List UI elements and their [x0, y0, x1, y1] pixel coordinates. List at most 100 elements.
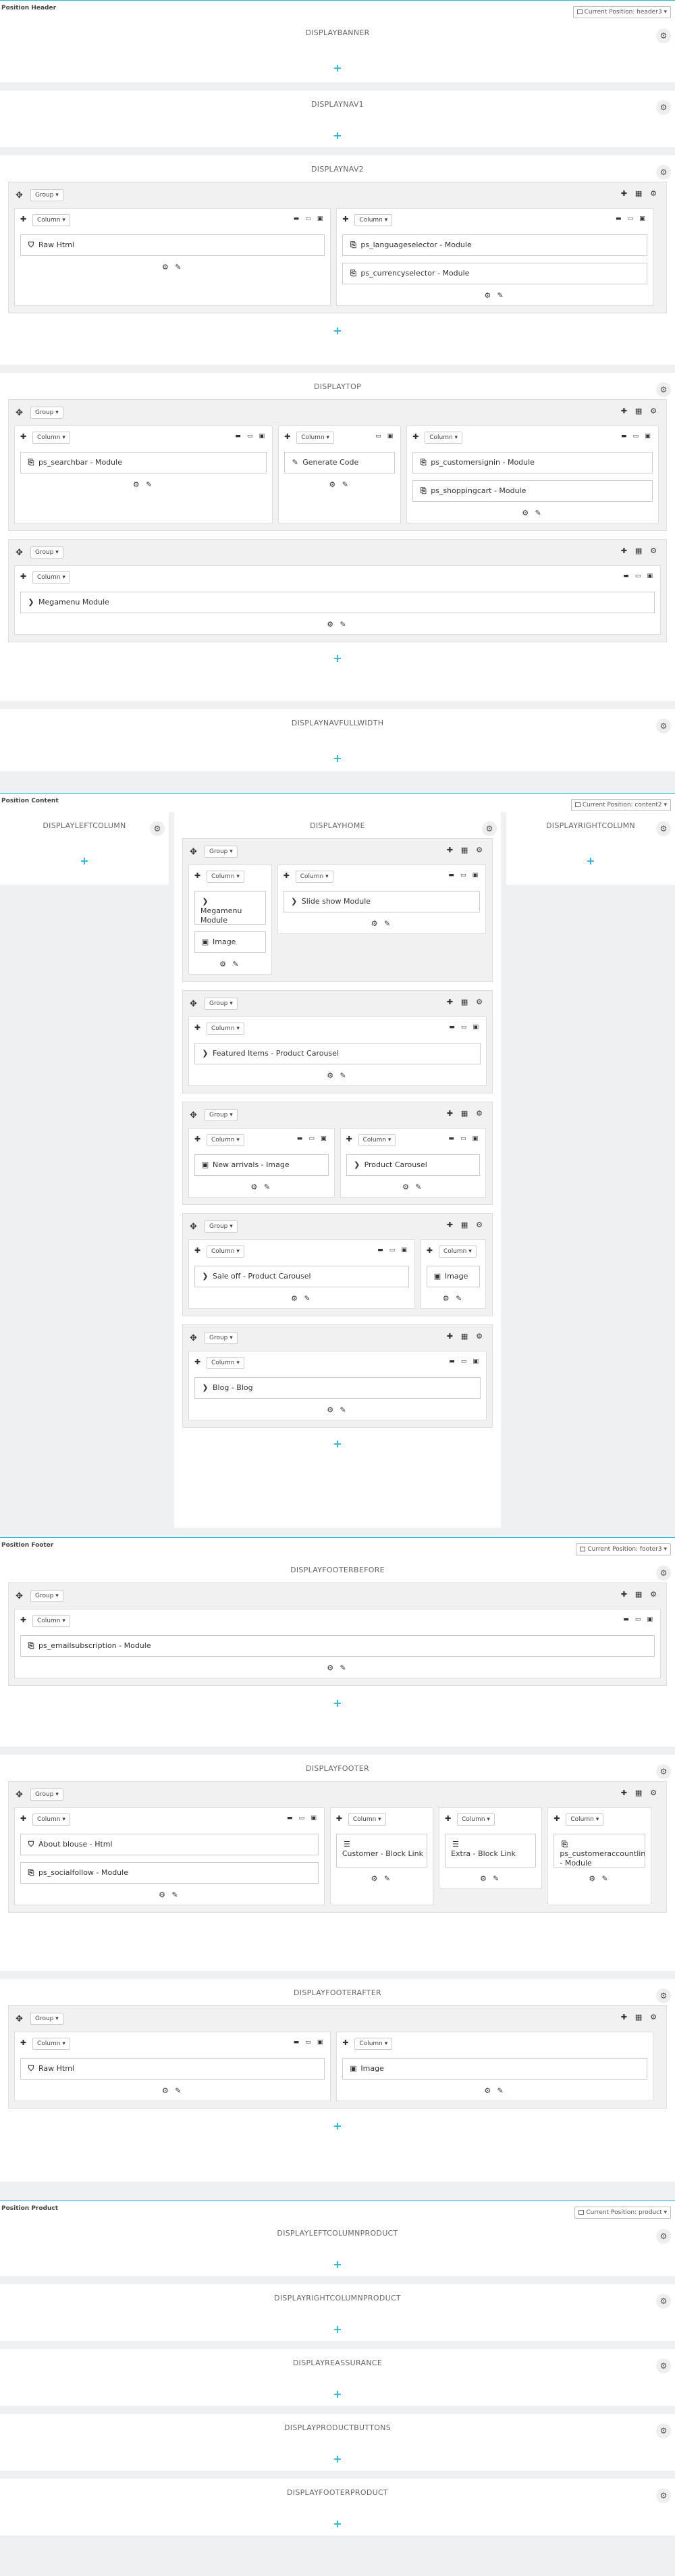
column-dropdown[interactable]: Column ▾: [348, 1813, 386, 1826]
column-actions[interactable]: ▬ ▭ ▣: [616, 215, 647, 222]
module-searchbar[interactable]: ⎘ ps_searchbar - Module: [20, 452, 267, 473]
move-icon[interactable]: ✥: [190, 1333, 197, 1343]
column-actions[interactable]: ▬ ▭ ▣: [377, 1247, 409, 1254]
column-dropdown[interactable]: Column ▾: [566, 1813, 604, 1826]
move-icon[interactable]: ✥: [190, 847, 197, 857]
group-actions[interactable]: ✚ ▦ ⚙: [447, 1332, 485, 1341]
move-icon[interactable]: ✚: [20, 1814, 26, 1823]
move-icon[interactable]: ✚: [194, 1135, 200, 1143]
column-dropdown[interactable]: Column ▾: [32, 1813, 70, 1826]
move-icon[interactable]: ✥: [190, 1222, 197, 1232]
move-icon[interactable]: ✚: [554, 1814, 560, 1823]
gear-icon[interactable]: ⚙: [656, 2294, 671, 2309]
module-sale-off[interactable]: ❯ Sale off - Product Carousel: [194, 1266, 409, 1287]
column-dropdown[interactable]: Column ▾: [207, 1357, 244, 1369]
module-image[interactable]: ▣ Image: [342, 2058, 647, 2080]
move-icon[interactable]: ✚: [20, 1616, 26, 1624]
module-languageselector[interactable]: ⎘ ps_languageselector - Module: [342, 234, 647, 256]
column-footer-actions[interactable]: ⚙ ✎: [194, 1294, 409, 1303]
position-select[interactable]: Current Position: product ▾: [574, 2207, 671, 2219]
column-dropdown[interactable]: Column ▾: [358, 1134, 396, 1146]
module-megamenu[interactable]: ❯ Megamenu Module: [194, 891, 266, 925]
add-group-button[interactable]: +: [0, 61, 675, 75]
add-group-button[interactable]: +: [0, 1697, 675, 1710]
column-dropdown[interactable]: Column ▾: [354, 214, 393, 226]
column-dropdown[interactable]: Column ▾: [438, 1245, 477, 1258]
add-group-button[interactable]: +: [0, 324, 675, 338]
move-icon[interactable]: ✚: [20, 572, 26, 581]
move-icon[interactable]: ✚: [194, 1023, 200, 1032]
column-actions[interactable]: ▬ ▭ ▣: [621, 433, 653, 440]
module-socialfollow[interactable]: ⎘ ps_socialfollow - Module: [20, 1862, 319, 1884]
module-customersignin[interactable]: ⎘ ps_customersignin - Module: [412, 452, 653, 473]
group-dropdown[interactable]: Group ▾: [30, 1788, 63, 1801]
move-icon[interactable]: ✥: [16, 408, 23, 418]
column-actions[interactable]: ▭ ▣: [375, 433, 395, 440]
gear-icon[interactable]: ⚙: [656, 1566, 671, 1580]
group-dropdown[interactable]: Group ▾: [30, 546, 63, 559]
add-group-button[interactable]: +: [0, 2323, 675, 2336]
move-icon[interactable]: ✚: [412, 432, 418, 441]
column-dropdown[interactable]: Column ▾: [207, 1023, 244, 1035]
gear-icon[interactable]: ⚙: [656, 382, 671, 397]
column-actions[interactable]: ▬ ▭ ▣: [448, 872, 480, 879]
module-image[interactable]: ▣ Image: [426, 1266, 481, 1287]
gear-icon[interactable]: ⚙: [656, 2423, 671, 2438]
group-actions[interactable]: ✚ ▦ ⚙: [447, 846, 485, 854]
move-icon[interactable]: ✚: [342, 215, 348, 224]
add-group-button[interactable]: +: [0, 2119, 675, 2133]
group-dropdown[interactable]: Group ▾: [205, 1332, 238, 1344]
group-actions[interactable]: ✚ ▦ ⚙: [621, 546, 659, 555]
add-group-button[interactable]: +: [0, 2388, 675, 2401]
column-footer-actions[interactable]: ⚙ ✎: [427, 1294, 480, 1303]
column-footer-actions[interactable]: ⚙ ✎: [20, 263, 325, 272]
column-footer-actions[interactable]: ⚙ ✎: [284, 919, 480, 928]
move-icon[interactable]: ✚: [342, 2038, 348, 2047]
column-footer-actions[interactable]: ⚙ ✎: [336, 1874, 427, 1883]
column-footer-actions[interactable]: ⚙ ✎: [194, 1183, 329, 1191]
gear-icon[interactable]: ⚙: [656, 100, 671, 115]
move-icon[interactable]: ✚: [20, 432, 26, 441]
move-icon[interactable]: ✚: [284, 871, 290, 880]
module-generate-code[interactable]: ✎ Generate Code: [284, 452, 396, 473]
column-actions[interactable]: ▬ ▭ ▣: [623, 1616, 655, 1623]
add-group-button[interactable]: +: [0, 129, 675, 143]
gear-icon[interactable]: ⚙: [482, 821, 497, 836]
move-icon[interactable]: ✚: [20, 215, 26, 224]
module-about-blouse[interactable]: ⛉ About blouse - Html: [20, 1834, 319, 1855]
move-icon[interactable]: ✥: [16, 1591, 23, 1601]
column-footer-actions[interactable]: ⚙ ✎: [20, 1890, 319, 1899]
move-icon[interactable]: ✚: [427, 1246, 433, 1255]
column-dropdown[interactable]: Column ▾: [32, 432, 70, 444]
column-actions[interactable]: ▬ ▭ ▣: [297, 1135, 329, 1142]
column-actions[interactable]: ▬ ▭ ▣: [623, 573, 655, 579]
module-extra-block[interactable]: ☰ Extra - Block Link: [445, 1834, 537, 1867]
column-actions[interactable]: ▬ ▭ ▣: [449, 1358, 481, 1365]
add-group-button[interactable]: +: [174, 1437, 501, 1451]
add-group-button[interactable]: +: [0, 2258, 675, 2271]
move-icon[interactable]: ✚: [20, 2038, 26, 2047]
column-footer-actions[interactable]: ⚙ ✎: [20, 2086, 325, 2095]
column-footer-actions[interactable]: ⚙ ✎: [554, 1874, 645, 1883]
column-footer-actions[interactable]: ⚙ ✎: [20, 1664, 655, 1672]
gear-icon[interactable]: ⚙: [656, 2359, 671, 2373]
column-actions[interactable]: ▬ ▭ ▣: [287, 1815, 319, 1822]
group-dropdown[interactable]: Group ▾: [30, 189, 63, 201]
module-new-arrivals[interactable]: ▣ New arrivals - Image: [194, 1154, 329, 1176]
column-footer-actions[interactable]: ⚙ ✎: [445, 1874, 536, 1883]
column-actions[interactable]: ▬ ▭ ▣: [448, 1135, 480, 1142]
column-dropdown[interactable]: Column ▾: [457, 1813, 495, 1826]
add-group-button[interactable]: +: [506, 854, 675, 868]
move-icon[interactable]: ✚: [346, 1135, 352, 1143]
module-featured[interactable]: ❯ Featured Items - Product Carousel: [194, 1043, 481, 1064]
group-actions[interactable]: ✚ ▦ ⚙: [447, 1109, 485, 1118]
module-shoppingcart[interactable]: ⎘ ps_shoppingcart - Module: [412, 480, 653, 502]
group-dropdown[interactable]: Group ▾: [30, 2013, 63, 2025]
group-dropdown[interactable]: Group ▾: [205, 998, 238, 1010]
column-footer-actions[interactable]: ⚙ ✎: [342, 2086, 647, 2095]
module-slideshow[interactable]: ❯ Slide show Module: [283, 891, 481, 912]
position-select[interactable]: Current Position: footer3 ▾: [576, 1543, 671, 1555]
move-icon[interactable]: ✚: [194, 1358, 200, 1366]
module-image[interactable]: ▣ Image: [194, 931, 266, 953]
move-icon[interactable]: ✚: [194, 1246, 200, 1255]
